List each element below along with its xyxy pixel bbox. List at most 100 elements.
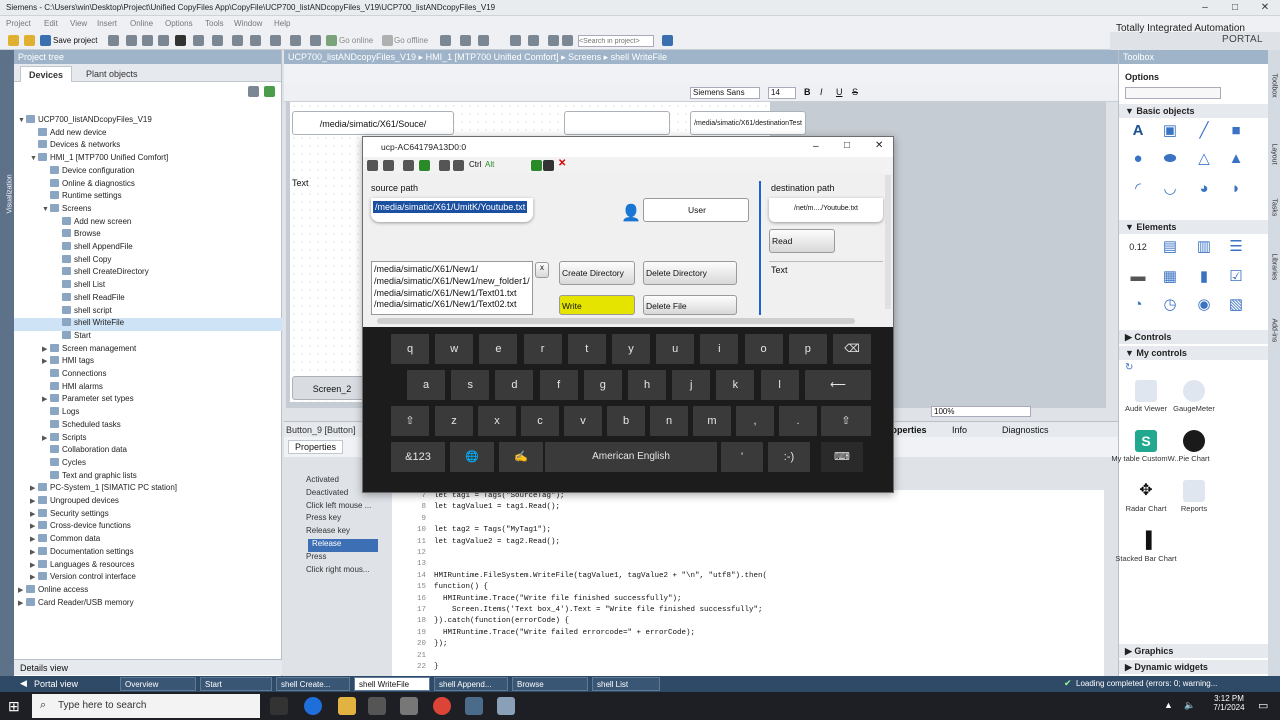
tree-item[interactable]: Add new device — [14, 127, 282, 141]
rt-source-field[interactable]: /media/simatic/X61/UmitK/Youtube.txt — [371, 198, 533, 222]
portal-tab-overview[interactable]: Overview — [120, 677, 196, 691]
maximize-editor-icon[interactable] — [562, 35, 573, 46]
menu-options[interactable]: Options — [165, 19, 193, 28]
tree-view-icon[interactable] — [248, 86, 259, 97]
code-line[interactable]: 19 HMIRuntime.Trace("Write failed errorc… — [392, 629, 695, 640]
key[interactable]: p — [788, 334, 827, 364]
save-icon[interactable] — [40, 35, 51, 46]
control-gauge-meter[interactable]: GaugeMeter — [1159, 380, 1229, 413]
tree-item[interactable]: shell script — [14, 305, 282, 319]
tree-toggle-icon[interactable]: ▶ — [30, 522, 38, 530]
simulate-icon[interactable] — [290, 35, 301, 46]
key[interactable]: , — [736, 406, 774, 436]
clock-icon[interactable]: ◷ — [1161, 296, 1179, 314]
rt-scroll-thumb[interactable] — [377, 318, 855, 324]
tree-item[interactable]: Cycles — [14, 457, 282, 471]
arc-tool-icon[interactable]: ◜ — [1129, 180, 1147, 198]
undo-icon[interactable] — [193, 35, 204, 46]
canvas-screen2-button[interactable]: Screen_2 — [292, 376, 372, 400]
chrome-icon[interactable] — [433, 697, 451, 715]
tab-devices[interactable]: Devices — [20, 66, 73, 82]
event-release-key[interactable]: Release key — [300, 526, 378, 539]
key[interactable]: o — [744, 334, 783, 364]
maximize-icon[interactable]: □ — [1220, 1, 1250, 15]
key[interactable]: z — [435, 406, 473, 436]
key[interactable]: r — [523, 334, 562, 364]
side-tab-toolbox[interactable]: Toolbox — [1271, 74, 1278, 134]
code-line[interactable]: 12 — [392, 549, 434, 560]
rt-list-close-button[interactable]: x — [535, 262, 549, 278]
key[interactable]: c — [521, 406, 559, 436]
text-tool-icon[interactable]: A — [1129, 122, 1147, 140]
tree-item[interactable]: ▶ Version control interface — [14, 572, 282, 585]
tree-toggle-icon[interactable]: ▶ — [30, 535, 38, 543]
key[interactable]: e — [479, 334, 518, 364]
store-icon[interactable] — [368, 697, 386, 715]
tree-toggle-icon[interactable]: ▶ — [30, 510, 38, 518]
event-release[interactable]: Release — [308, 538, 378, 552]
toolbox-options[interactable]: Options — [1119, 70, 1269, 84]
image-tool-icon[interactable]: ▣ — [1161, 122, 1179, 140]
canvas-user-button[interactable] — [564, 111, 670, 135]
rt-list-item[interactable]: /media/simatic/X61/New1/Text01.txt — [374, 288, 530, 300]
code-line[interactable]: 21 — [392, 652, 434, 663]
radio-button-icon[interactable]: ◉ — [1195, 296, 1213, 314]
tree-item[interactable]: ▼ UCP700_listANDcopyFiles_V19 — [14, 115, 282, 128]
rt-screen-icon[interactable] — [367, 160, 378, 171]
go-online-icon[interactable] — [326, 35, 337, 46]
tree-item[interactable]: ▶ Cross-device functions — [14, 521, 282, 534]
taskbar-clock[interactable]: 3:12 PM 7/1/2024 — [1204, 694, 1254, 712]
code-line[interactable]: 9 — [392, 515, 434, 526]
button-element-icon[interactable]: ▤ — [1161, 238, 1179, 256]
section-dynamic-widgets[interactable]: ▶ Dynamic widgets — [1119, 660, 1269, 674]
tree-sync-icon[interactable] — [264, 86, 275, 97]
backspace-icon[interactable]: ⌫ — [833, 334, 871, 364]
tree-item[interactable]: ▶ Screen management — [14, 343, 282, 357]
key[interactable]: a — [407, 370, 445, 400]
key-smiley[interactable]: :-) — [768, 442, 810, 472]
elliptical-arc-icon[interactable]: ◡ — [1161, 180, 1179, 198]
event-press-key[interactable]: Press key — [300, 513, 378, 526]
rt-list-item[interactable]: /media/simatic/X61/New1/new_folder1/ — [374, 276, 530, 288]
rt-vertical-scrollbar[interactable] — [885, 175, 891, 309]
tree-item[interactable]: Browse — [14, 229, 282, 242]
tree-toggle-icon[interactable]: ▶ — [42, 345, 50, 353]
key[interactable]: m — [693, 406, 731, 436]
key[interactable]: j — [672, 370, 711, 400]
key[interactable]: u — [656, 334, 695, 364]
mail-icon[interactable] — [400, 697, 418, 715]
delete-icon[interactable] — [175, 35, 186, 46]
save-project-button[interactable]: Save project — [53, 36, 97, 45]
start-cpu-icon[interactable] — [460, 35, 471, 46]
script-editor[interactable]: 7 let tag1 = Tags("SourceTag"); 8 let tagVa… — [392, 490, 1104, 676]
key[interactable]: f — [539, 370, 578, 400]
rt-refresh-icon[interactable] — [419, 160, 430, 171]
code-line[interactable]: 8 let tagValue1 = tag1.Read(); — [392, 503, 560, 514]
tree-item[interactable]: ▶ Card Reader/USB memory — [14, 597, 282, 611]
key-hide-keyboard[interactable]: ⌨ — [821, 442, 863, 472]
rt-list-item[interactable]: /media/simatic/X61/New1/ — [374, 264, 530, 276]
code-line[interactable]: 18}).catch(function(errorCode) { — [392, 617, 569, 628]
touch-area-icon[interactable]: ▧ — [1227, 296, 1245, 314]
tree-item[interactable]: Online & diagnostics — [14, 178, 282, 192]
tree-item[interactable]: shell WriteFile — [14, 318, 282, 331]
code-line[interactable]: 10 let tag2 = Tags("MyTag1"); — [392, 526, 551, 537]
key[interactable]: b — [607, 406, 645, 436]
tree-item[interactable]: ▶ Languages & resources — [14, 559, 282, 573]
taskbar-search[interactable]: ⌕ Type here to search — [32, 694, 260, 718]
shift-left-icon[interactable]: ⇧ — [391, 406, 429, 436]
code-line[interactable]: 13 — [392, 560, 434, 571]
gauge-icon[interactable]: ◔ — [1129, 296, 1147, 314]
event-click-left[interactable]: Click left mouse ... — [300, 501, 378, 514]
tree-toggle-icon[interactable]: ▶ — [30, 484, 38, 492]
code-line[interactable]: 16 HMIRuntime.Trace("Write file finished… — [392, 595, 682, 606]
refresh-icon[interactable]: ↻ — [1125, 362, 1133, 373]
tree-item[interactable]: shell ReadFile — [14, 292, 282, 306]
key[interactable]: n — [650, 406, 688, 436]
section-controls[interactable]: ▶ Controls — [1119, 330, 1269, 344]
symbolic-io-icon[interactable]: ▥ — [1195, 238, 1213, 256]
tree-item[interactable]: shell AppendFile — [14, 242, 282, 255]
bar-icon[interactable]: ▬ — [1129, 268, 1147, 286]
rt-horizontal-scrollbar[interactable] — [363, 315, 893, 327]
tree-toggle-icon[interactable]: ▶ — [42, 434, 50, 442]
